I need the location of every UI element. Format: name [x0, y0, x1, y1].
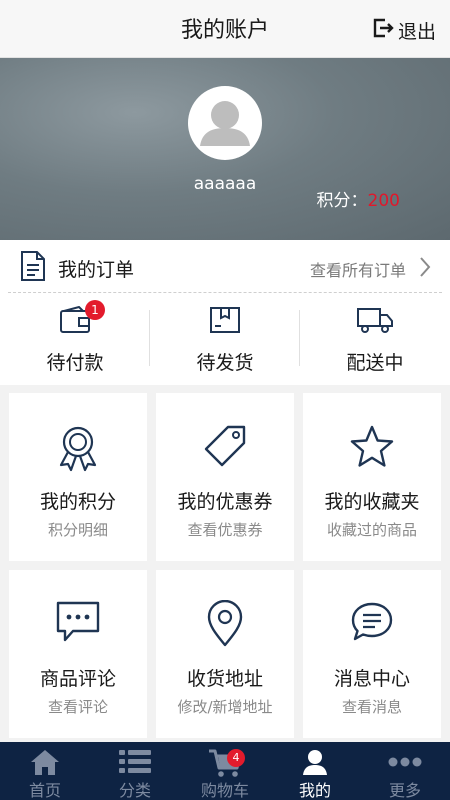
top-bar: 我的账户 退出	[0, 0, 450, 58]
order-status-in-delivery[interactable]: 配送中	[300, 300, 450, 380]
tile-subtitle: 积分明细	[47, 521, 108, 539]
more-dots-icon	[387, 748, 423, 780]
logout-button[interactable]: 退出	[372, 16, 436, 44]
medal-icon	[55, 423, 101, 477]
category-list-icon	[118, 748, 152, 780]
coupon-tag-icon	[202, 423, 248, 473]
tab-cart[interactable]: 4 购物车	[180, 742, 270, 800]
tab-label: 分类	[118, 781, 151, 800]
orders-title: 我的订单	[58, 259, 135, 281]
location-pin-icon	[205, 599, 245, 652]
orders-section: 我的订单 查看所有订单 1 待付款 待发货 配送中	[0, 240, 450, 385]
tab-label: 首页	[28, 781, 61, 800]
profile-banner: aaaaaa 积分：200	[0, 58, 450, 240]
tile-subtitle: 收藏过的商品	[326, 521, 417, 539]
tab-label: 更多	[388, 781, 421, 800]
tile-my-coupons[interactable]: 我的优惠券 查看优惠券	[156, 393, 294, 561]
points-display[interactable]: 积分：200	[317, 186, 400, 211]
tile-subtitle: 查看评论	[47, 698, 108, 716]
truck-icon	[356, 306, 394, 338]
chevron-right-icon	[418, 256, 432, 282]
order-status-pending-payment[interactable]: 1 待付款	[0, 300, 150, 380]
order-status-label: 配送中	[346, 352, 404, 374]
tab-label: 购物车	[200, 781, 249, 800]
star-icon	[348, 423, 396, 475]
tile-product-reviews[interactable]: 商品评论 查看评论	[9, 570, 147, 738]
tile-title: 收货地址	[186, 668, 263, 690]
document-icon	[20, 250, 46, 286]
tab-home[interactable]: 首页	[0, 742, 90, 800]
view-all-orders-link[interactable]: 查看所有订单	[310, 257, 406, 281]
tile-title: 我的积分	[39, 491, 116, 513]
order-status-awaiting-shipment[interactable]: 待发货	[150, 300, 300, 380]
tile-title: 消息中心	[333, 668, 410, 690]
home-icon	[29, 748, 61, 780]
avatar-placeholder-icon	[200, 101, 250, 146]
tile-title: 我的优惠券	[177, 491, 273, 513]
pending-payment-badge: 1	[85, 300, 105, 320]
divider	[8, 292, 442, 293]
user-icon	[301, 748, 329, 780]
tile-subtitle: 查看消息	[341, 698, 402, 716]
avatar[interactable]	[188, 86, 262, 160]
tile-my-points[interactable]: 我的积分 积分明细	[9, 393, 147, 561]
tile-shipping-address[interactable]: 收货地址 修改/新增地址	[156, 570, 294, 738]
package-icon	[209, 306, 241, 338]
tab-more[interactable]: 更多	[360, 742, 450, 800]
points-value: 200	[367, 191, 400, 211]
logout-label: 退出	[397, 20, 436, 43]
tile-title: 商品评论	[39, 668, 116, 690]
tile-subtitle: 修改/新增地址	[177, 698, 273, 716]
tile-subtitle: 查看优惠券	[187, 521, 263, 539]
message-icon	[349, 600, 395, 650]
tab-label: 我的	[298, 781, 331, 800]
logout-icon	[372, 17, 394, 44]
comment-icon	[55, 600, 101, 648]
tab-me[interactable]: 我的	[270, 742, 360, 800]
bottom-tab-bar: 首页 分类 4 购物车 我的 更多	[0, 742, 450, 800]
tile-title: 我的收藏夹	[324, 491, 420, 513]
tile-message-center[interactable]: 消息中心 查看消息	[303, 570, 441, 738]
points-label: 积分：	[316, 191, 368, 211]
cart-count-badge: 4	[227, 749, 245, 767]
tab-category[interactable]: 分类	[90, 742, 180, 800]
order-status-label: 待发货	[196, 352, 254, 374]
orders-header[interactable]: 我的订单 查看所有订单	[0, 240, 450, 292]
tile-my-favorites[interactable]: 我的收藏夹 收藏过的商品	[303, 393, 441, 561]
order-status-label: 待付款	[46, 352, 104, 374]
